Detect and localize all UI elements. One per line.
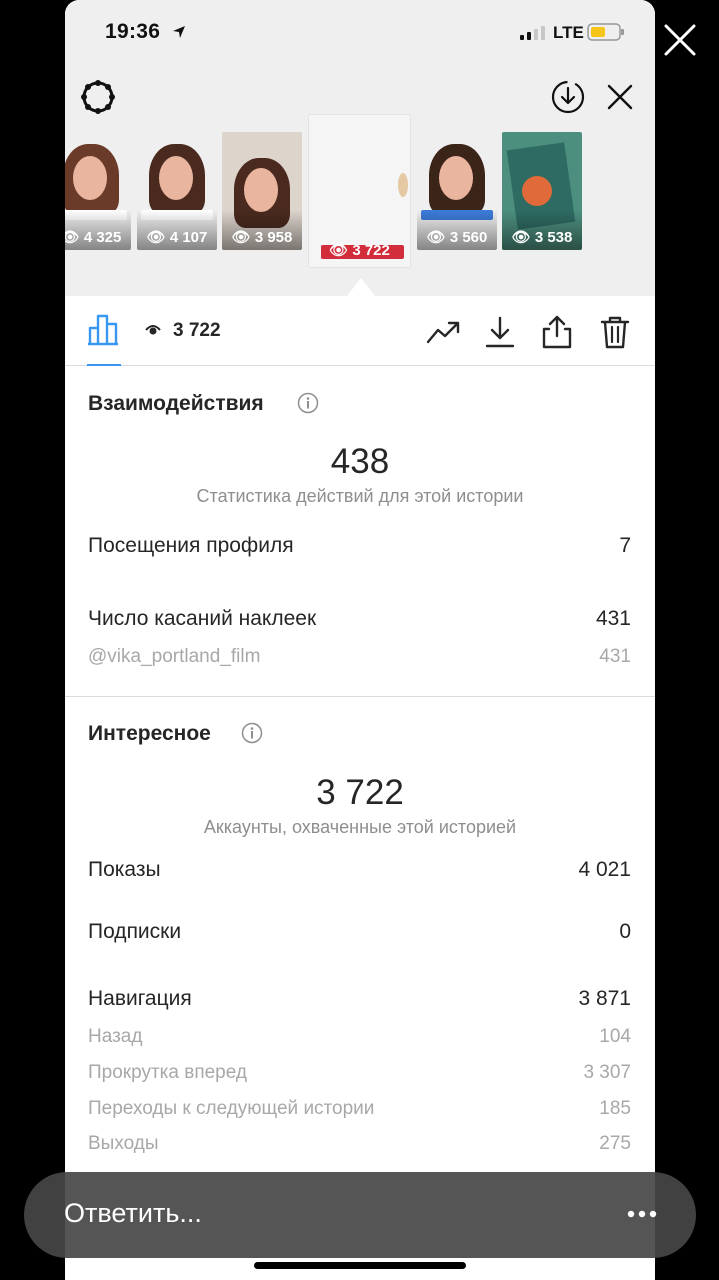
story-thumbnail[interactable]: 👁 3 958 xyxy=(222,132,302,250)
insights-toolbar: 3 722 xyxy=(65,296,655,366)
discovery-section: Интересное 3 722 Аккаунты, охваченные эт… xyxy=(65,697,655,1177)
reach-total: 3 722 xyxy=(316,773,404,812)
story-views: 👁 4 325 xyxy=(65,229,122,246)
story-thumbnail[interactable]: 👁 4 325 xyxy=(65,132,131,250)
story-views: 👁 3 722 xyxy=(329,242,390,259)
navigation-label: Навигация xyxy=(88,987,192,1010)
reply-bar[interactable]: Ответить... xyxy=(24,1172,696,1258)
eye-icon xyxy=(145,325,161,335)
sticker-mention-label: @vika_portland_film xyxy=(88,646,261,667)
sticker-mention-value: 431 xyxy=(599,646,631,667)
bar-chart-icon xyxy=(88,314,118,346)
sticker-taps-value: 431 xyxy=(595,607,631,630)
next-story-value: 185 xyxy=(599,1098,631,1119)
exits-value: 275 xyxy=(599,1133,631,1154)
section-title: Взаимодействия xyxy=(88,392,264,415)
next-story-label: Переходы к следующей истории xyxy=(88,1098,375,1119)
reply-input[interactable]: Ответить... xyxy=(64,1198,202,1229)
info-icon[interactable] xyxy=(241,722,263,744)
follows-label: Подписки xyxy=(88,920,182,943)
network-type: LTE xyxy=(553,23,584,42)
story-views: 👁 3 958 xyxy=(231,229,293,246)
home-indicator xyxy=(254,1262,466,1269)
interactions-total: 438 xyxy=(330,442,390,481)
location-arrow-icon xyxy=(173,26,185,38)
battery-icon xyxy=(587,23,624,41)
status-time: 19:36 xyxy=(105,20,161,43)
story-thumbnail[interactable]: 👁 3 560 xyxy=(417,132,497,250)
story-insights-sheet: 19:36 LTE 👁 4 325 👁 4 107 👁 3 958 👁 3 72… xyxy=(65,0,655,1280)
story-thumbnail[interactable]: 👁 3 538 xyxy=(502,132,582,250)
profile-visits-value: 7 xyxy=(619,534,631,557)
current-story-pointer xyxy=(347,278,375,296)
share-icon[interactable] xyxy=(539,314,575,350)
follows-value: 0 xyxy=(619,920,631,943)
impressions-value: 4 021 xyxy=(578,858,631,881)
reach-subtitle: Аккаунты, охваченные этой историей xyxy=(203,817,517,837)
story-views: 👁 4 107 xyxy=(146,229,208,246)
more-icon[interactable] xyxy=(626,1208,658,1220)
trash-icon[interactable] xyxy=(597,314,633,350)
close-icon[interactable] xyxy=(605,82,635,112)
story-views: 👁 3 560 xyxy=(426,229,488,246)
info-icon[interactable] xyxy=(297,392,319,414)
back-label: Назад xyxy=(88,1026,143,1047)
section-title: Интересное xyxy=(88,722,211,745)
sticker-taps-label: Число касаний наклеек xyxy=(88,607,317,630)
download-icon[interactable] xyxy=(482,314,518,350)
trending-icon[interactable] xyxy=(425,314,461,350)
view-count[interactable]: 3 722 xyxy=(173,320,221,342)
back-value: 104 xyxy=(599,1026,631,1047)
dismiss-close-icon[interactable] xyxy=(660,20,700,60)
story-header: 19:36 LTE 👁 4 325 👁 4 107 👁 3 958 👁 3 72… xyxy=(65,0,655,296)
settings-icon[interactable] xyxy=(79,78,117,116)
exits-label: Выходы xyxy=(88,1133,159,1154)
story-thumbnail-current[interactable]: 👁 3 722 xyxy=(308,114,411,268)
profile-visits-label: Посещения профиля xyxy=(88,534,294,557)
status-bar: 19:36 LTE xyxy=(65,0,655,64)
navigation-value: 3 871 xyxy=(578,987,631,1010)
cellular-signal-icon xyxy=(520,26,545,40)
interactions-subtitle: Статистика действий для этой истории xyxy=(196,486,524,506)
forward-value: 3 307 xyxy=(583,1062,631,1083)
story-thumbnail[interactable]: 👁 4 107 xyxy=(137,132,217,250)
insights-tab[interactable] xyxy=(85,310,123,366)
interactions-section: Взаимодействия 438 Статистика действий д… xyxy=(65,366,655,696)
impressions-label: Показы xyxy=(88,858,161,881)
story-views: 👁 3 538 xyxy=(511,229,573,246)
download-circle-icon[interactable] xyxy=(550,79,586,115)
forward-label: Прокрутка вперед xyxy=(88,1062,247,1083)
story-carousel: 👁 4 325 👁 4 107 👁 3 958 👁 3 722 👁 3 560 … xyxy=(65,114,655,296)
